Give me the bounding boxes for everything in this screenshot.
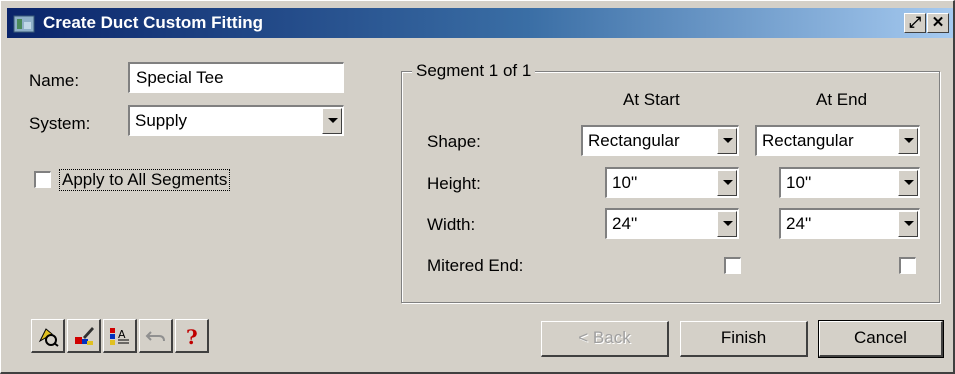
chevron-down-icon[interactable]	[898, 170, 918, 196]
pin-button[interactable]: ⤢	[904, 13, 926, 33]
width-end-select[interactable]: 24''	[779, 208, 920, 239]
shape-start-value: Rectangular	[588, 131, 680, 150]
height-start-value: 10''	[612, 173, 638, 192]
match-properties-button[interactable]	[67, 319, 101, 353]
title-bar[interactable]: Create Duct Custom Fitting ⤢ ✕	[7, 8, 953, 38]
cancel-button[interactable]: Cancel	[818, 320, 944, 358]
mitered-end-label: Mitered End:	[427, 256, 524, 275]
at-start-header: At Start	[623, 90, 680, 109]
pin-icon: ⤢	[908, 14, 921, 31]
width-end-value: 24''	[786, 214, 812, 233]
apply-all-checkbox[interactable]	[34, 171, 51, 188]
undo-button[interactable]	[139, 319, 173, 353]
height-start-select[interactable]: 10''	[605, 167, 739, 198]
mitered-end-checkbox[interactable]	[899, 257, 916, 274]
style-manager-button[interactable]: A	[103, 319, 137, 353]
name-input[interactable]: Special Tee	[128, 62, 344, 93]
chevron-down-icon[interactable]	[898, 128, 918, 154]
help-button[interactable]: ?	[175, 319, 209, 353]
at-end-header: At End	[816, 90, 868, 109]
window-title: Create Duct Custom Fitting	[43, 13, 264, 32]
chevron-down-icon[interactable]	[717, 170, 737, 196]
pickup-properties-button[interactable]	[31, 319, 65, 353]
shape-label: Shape:	[427, 132, 481, 151]
chevron-down-icon[interactable]	[898, 211, 918, 237]
height-end-select[interactable]: 10''	[779, 167, 920, 198]
chevron-down-icon[interactable]	[322, 108, 342, 134]
apply-all-label[interactable]: Apply to All Segments	[58, 169, 231, 191]
name-label: Name:	[29, 71, 80, 90]
svg-text:?: ?	[186, 325, 198, 347]
segment-group-title: Segment 1 of 1	[412, 61, 536, 81]
close-button[interactable]: ✕	[927, 13, 949, 33]
width-label: Width:	[427, 215, 476, 234]
width-start-select[interactable]: 24''	[605, 208, 739, 239]
chevron-down-icon[interactable]	[717, 211, 737, 237]
back-button[interactable]: < Back	[541, 321, 669, 357]
chevron-down-icon[interactable]	[717, 128, 737, 154]
system-select[interactable]: Supply	[128, 105, 344, 136]
shape-end-value: Rectangular	[762, 131, 854, 150]
create-duct-custom-fitting-dialog: Create Duct Custom Fitting ⤢ ✕ Name: Spe…	[0, 0, 955, 374]
shape-end-select[interactable]: Rectangular	[755, 125, 920, 156]
system-label: System:	[29, 114, 91, 133]
name-value: Special Tee	[136, 68, 224, 87]
shape-start-select[interactable]: Rectangular	[581, 125, 739, 156]
app-icon	[13, 13, 35, 33]
system-value: Supply	[135, 111, 187, 130]
mitered-start-checkbox[interactable]	[724, 257, 741, 274]
height-end-value: 10''	[786, 173, 812, 192]
height-label: Height:	[427, 174, 481, 193]
svg-text:A: A	[118, 328, 126, 341]
width-start-value: 24''	[612, 214, 638, 233]
finish-button[interactable]: Finish	[680, 321, 808, 357]
close-icon: ✕	[931, 14, 945, 31]
